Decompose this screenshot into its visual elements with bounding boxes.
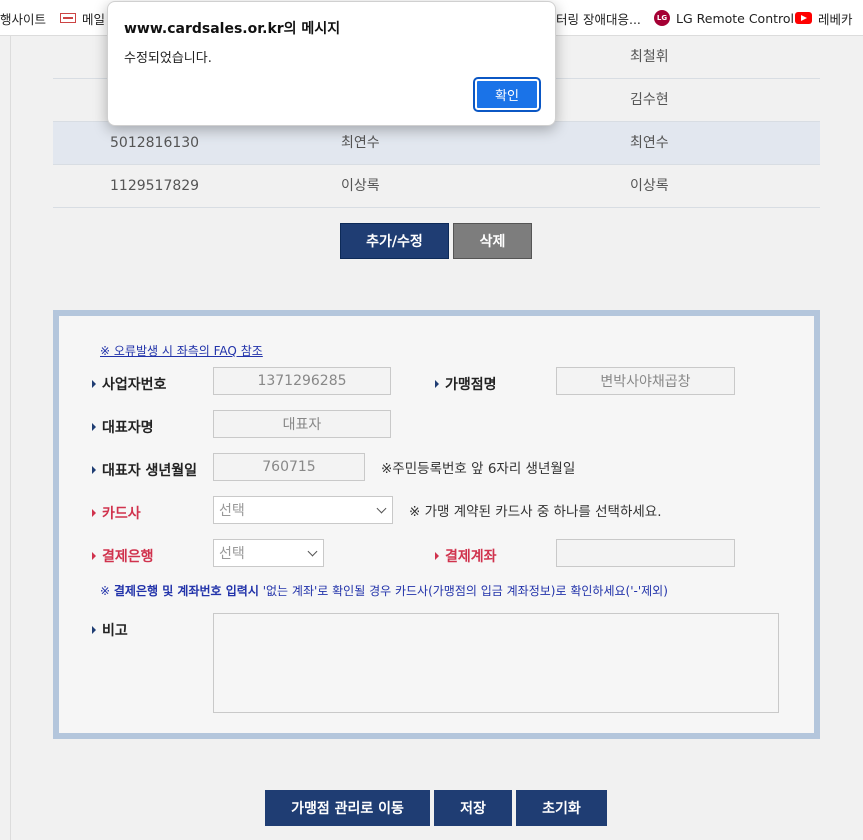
bookmark-item[interactable]: 메일	[60, 0, 106, 35]
biz-no-field[interactable]: 1371296285	[213, 367, 391, 395]
chevron-down-icon	[307, 546, 318, 557]
card-company-label: 카드사	[92, 503, 141, 523]
bookmark-item[interactable]: 레베카	[795, 0, 853, 35]
page-content: 최철휘 김수현 5012816130 최연수 최연수 1129517829 이상…	[0, 36, 863, 840]
card-company-value: 선택	[219, 503, 245, 519]
save-button[interactable]: 저장	[434, 790, 512, 826]
go-merchant-button[interactable]: 가맹점 관리로 이동	[265, 790, 430, 826]
bullet-icon	[92, 552, 96, 560]
card-company-select[interactable]: 선택	[213, 496, 393, 524]
name-cell: 최연수	[341, 135, 380, 151]
merchant-form: ※ 오류발생 시 좌측의 FAQ 참조 사업자번호 1371296285 가맹점…	[53, 310, 820, 739]
bookmark-label: 행사이트	[0, 11, 47, 27]
bullet-icon	[435, 380, 439, 388]
dialog-message: 수정되었습니다.	[124, 51, 212, 66]
birth-note: ※주민등록번호 앞 6자리 생년월일	[381, 461, 576, 477]
memo-textarea[interactable]	[213, 613, 779, 713]
rep-cell: 최철휘	[630, 49, 669, 65]
bookmark-item[interactable]: LG LG Remote Control	[654, 0, 795, 35]
bookmark-item[interactable]: 행사이트	[0, 0, 47, 35]
rep-name-field[interactable]: 대표자	[213, 410, 391, 438]
bullet-icon	[92, 423, 96, 431]
dialog-title: www.cardsales.or.kr의 메시지	[124, 21, 341, 37]
add-edit-button[interactable]: 추가/수정	[340, 223, 449, 259]
bookmark-label: 터링 장애대응...	[556, 11, 641, 27]
bullet-icon	[435, 552, 439, 560]
bank-select[interactable]: 선택	[213, 539, 324, 567]
bullet-icon	[92, 626, 96, 634]
reset-button[interactable]: 초기화	[516, 790, 607, 826]
rep-cell: 김수현	[630, 92, 669, 108]
bookmark-label: 레베카	[818, 11, 853, 27]
ok-button[interactable]: 확인	[473, 77, 541, 112]
faq-link[interactable]: ※ 오류발생 시 좌측의 FAQ 참조	[100, 342, 263, 359]
bookmark-label: 메일	[82, 11, 106, 27]
delete-button[interactable]: 삭제	[453, 223, 532, 259]
memo-label: 비고	[92, 620, 128, 640]
youtube-icon	[795, 12, 812, 24]
bookmark-item[interactable]: 터링 장애대응...	[556, 0, 641, 35]
account-label: 결제계좌	[435, 546, 497, 566]
name-cell: 이상록	[341, 178, 380, 194]
table-row[interactable]: 5012816130 최연수 최연수	[53, 122, 820, 165]
birth-label: 대표자 생년월일	[92, 460, 197, 480]
biz-no-cell: 1129517829	[110, 178, 200, 194]
chevron-down-icon	[376, 503, 387, 514]
merchant-name-label: 가맹점명	[435, 374, 497, 394]
rep-cell: 이상록	[630, 178, 669, 194]
bullet-icon	[92, 466, 96, 474]
bank-label: 결제은행	[92, 546, 154, 566]
account-field[interactable]	[556, 539, 735, 567]
bookmark-label: LG Remote Control	[676, 10, 795, 26]
biz-no-cell: 5012816130	[110, 135, 200, 151]
table-row[interactable]: 1129517829 이상록 이상록	[53, 165, 820, 208]
lg-icon: LG	[654, 10, 670, 26]
mail-icon	[60, 13, 76, 23]
bank-note: ※ 결제은행 및 계좌번호 입력시 '없는 계좌'로 확인될 경우 카드사(가맹…	[100, 584, 668, 598]
bullet-icon	[92, 380, 96, 388]
biz-no-label: 사업자번호	[92, 374, 166, 394]
alert-dialog: www.cardsales.or.kr의 메시지 수정되었습니다. 확인	[107, 1, 556, 126]
bullet-icon	[92, 509, 96, 517]
divider	[10, 36, 11, 840]
bank-value: 선택	[219, 546, 245, 562]
merchant-name-field[interactable]: 변박사야채곱창	[556, 367, 735, 395]
rep-name-label: 대표자명	[92, 417, 154, 437]
birth-field[interactable]: 760715	[213, 453, 365, 481]
rep-cell: 최연수	[630, 135, 669, 151]
card-note: ※ 가맹 계약된 카드사 중 하나를 선택하세요.	[409, 504, 662, 520]
